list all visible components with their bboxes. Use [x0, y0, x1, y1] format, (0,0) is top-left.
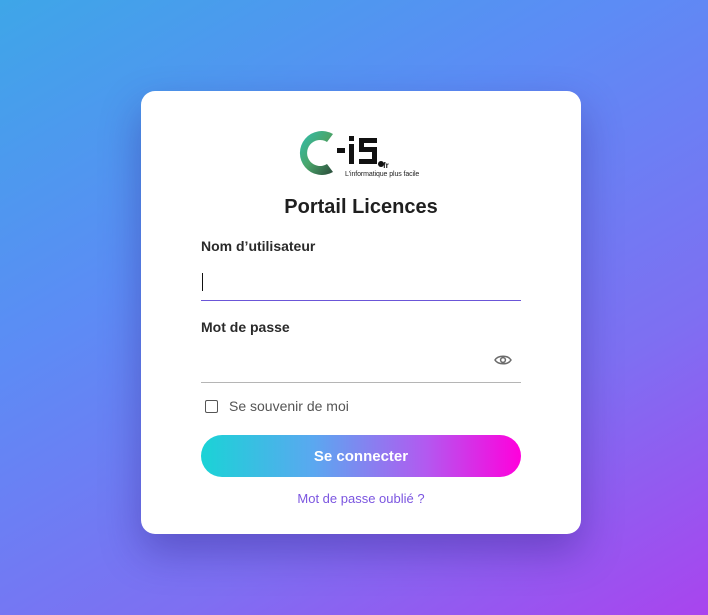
company-logo: fr L'informatique plus facile	[297, 124, 423, 182]
logo-suffix: fr	[383, 161, 389, 170]
login-button[interactable]: Se connecter	[201, 435, 521, 477]
login-card: fr L'informatique plus facile Portail Li…	[141, 91, 581, 534]
password-input[interactable]	[201, 345, 521, 383]
username-label: Nom d’utilisateur	[201, 238, 316, 254]
eye-icon[interactable]	[494, 353, 512, 367]
eye-icon-graphic	[494, 355, 512, 365]
password-label: Mot de passe	[201, 319, 290, 335]
username-input[interactable]	[201, 263, 521, 301]
text-cursor	[202, 273, 203, 291]
forgot-password-link[interactable]: Mot de passe oublié ?	[141, 491, 581, 506]
remember-me-checkbox[interactable]	[205, 399, 218, 413]
remember-me-label[interactable]: Se souvenir de moi	[229, 398, 349, 414]
logo-tagline: L'informatique plus facile	[345, 171, 420, 178]
remember-me-row[interactable]: Se souvenir de moi	[205, 398, 349, 414]
page-title: Portail Licences	[284, 196, 438, 218]
